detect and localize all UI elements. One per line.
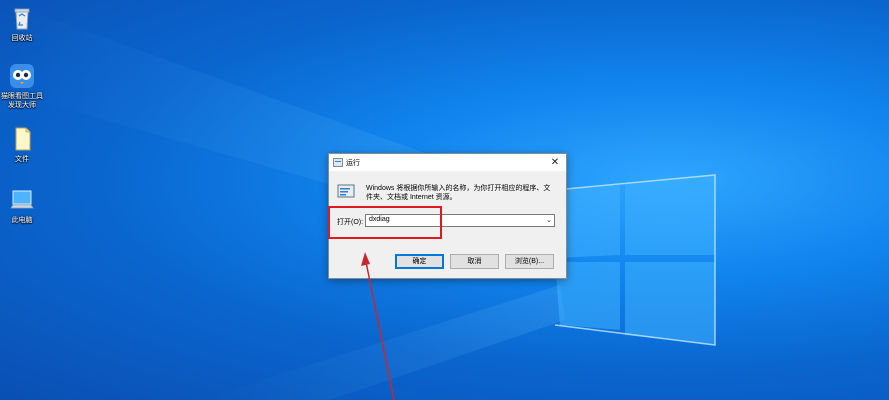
dialog-description: Windows 将根据你所输入的名称，为你打开相应的程序、文件夹、文档或 Int…: [366, 185, 551, 201]
close-icon: ✕: [550, 157, 560, 168]
chevron-down-icon[interactable]: ⌄: [546, 216, 552, 224]
close-button[interactable]: ✕: [544, 154, 566, 171]
run-app-icon: [333, 158, 343, 167]
recycle-bin-icon: [14, 8, 30, 30]
desktop-icon-file[interactable]: 文件: [0, 125, 44, 164]
owl-app-icon: [10, 64, 34, 88]
run-program-icon: [337, 184, 355, 198]
title-bar[interactable]: 运行 ✕: [329, 154, 566, 171]
desktop-icon-recycle-bin[interactable]: 回收站: [0, 4, 44, 43]
browse-button[interactable]: 浏览(B)...: [505, 254, 554, 269]
computer-icon: [10, 190, 34, 209]
dialog-footer: 确定 取消 浏览(B)...: [329, 248, 566, 278]
desktop-icon-this-pc[interactable]: 此电脑: [0, 186, 44, 225]
desktop-icon-label: 此电脑: [11, 217, 33, 224]
file-icon: [15, 127, 31, 151]
ok-button[interactable]: 确定: [395, 254, 444, 269]
desktop-icon-label: 回收站: [11, 35, 33, 42]
red-highlight-box: [328, 206, 442, 239]
desktop-icon-label: 文件: [15, 156, 29, 163]
desktop-icon-app-shortcut[interactable]: 猫眼看图工具 发现大师: [0, 62, 44, 110]
cancel-button[interactable]: 取消: [450, 254, 499, 269]
dialog-title: 运行: [346, 160, 360, 167]
desktop-icon-label: 猫眼看图工具 发现大师: [1, 93, 43, 109]
